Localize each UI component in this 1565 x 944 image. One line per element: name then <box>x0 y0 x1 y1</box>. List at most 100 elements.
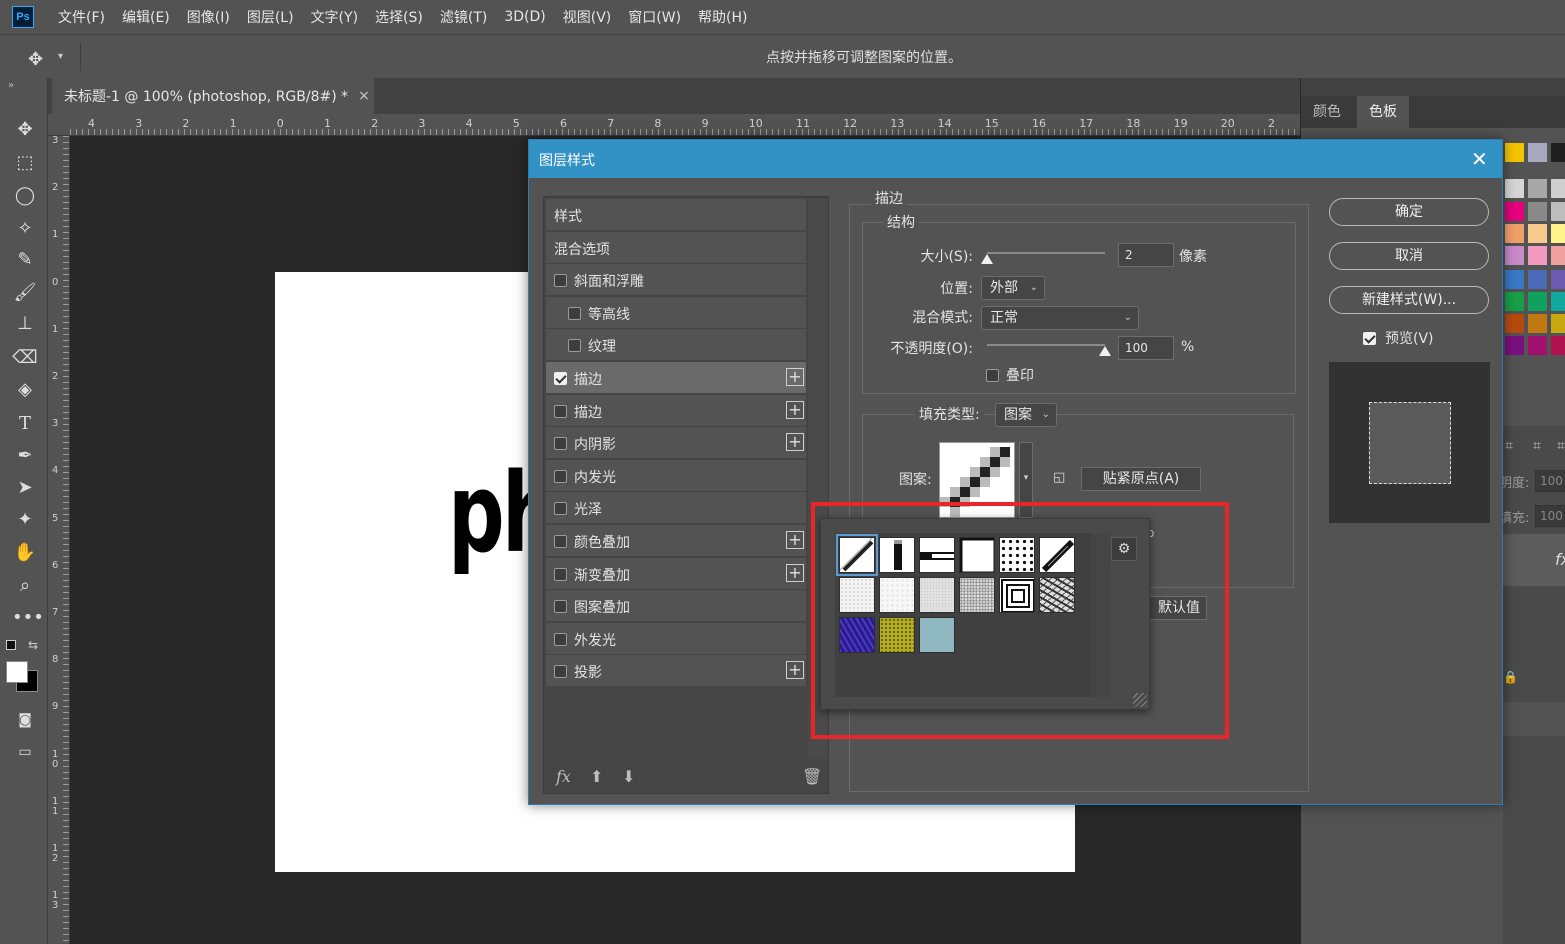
color-swatch[interactable] <box>1551 246 1565 265</box>
brush-tool-icon[interactable]: 🖌 <box>12 281 38 305</box>
pen-tool-icon[interactable]: ✒ <box>12 444 38 468</box>
menu-file[interactable]: 文件(F) <box>58 7 105 27</box>
overprint-checkbox[interactable] <box>986 369 999 382</box>
style-checkbox[interactable] <box>568 339 581 353</box>
size-field[interactable]: 2 <box>1118 243 1174 267</box>
color-swatch[interactable] <box>1551 202 1565 221</box>
fill-type-dropdown[interactable]: 图案 ⌄ <box>995 403 1057 427</box>
close-icon[interactable]: × <box>358 88 370 104</box>
path-select-icon[interactable]: ➤ <box>12 476 38 500</box>
dialog-titlebar[interactable] <box>529 140 1502 178</box>
style-list-item[interactable]: 样式 <box>546 199 806 231</box>
layer-opacity-field[interactable]: 100 <box>1535 470 1565 492</box>
color-swatch[interactable] <box>1551 143 1565 162</box>
style-checkbox[interactable] <box>554 372 567 385</box>
color-swatch[interactable] <box>1551 224 1565 243</box>
color-swatch[interactable] <box>1551 336 1565 355</box>
magic-wand-icon[interactable]: ✧ <box>12 217 38 241</box>
style-list-item[interactable]: 渐变叠加 + <box>546 557 806 590</box>
new-style-button[interactable]: 新建样式(W)... <box>1329 286 1489 314</box>
type-tool-icon[interactable]: T <box>12 412 38 436</box>
color-swatch[interactable] <box>1528 224 1547 243</box>
paint-bucket-icon[interactable]: ◈ <box>12 378 38 402</box>
marquee-tool-icon[interactable]: ⬚ <box>12 151 38 175</box>
transform-icon[interactable]: ⌗ <box>1505 438 1513 454</box>
style-checkbox[interactable] <box>554 600 567 614</box>
blend-mode-dropdown[interactable]: 正常 ⌄ <box>981 306 1139 330</box>
style-list-item[interactable]: 图案叠加 <box>546 590 806 623</box>
transform-icon[interactable]: ⌗ <box>1557 438 1565 454</box>
style-checkbox[interactable] <box>554 404 567 418</box>
menu-layer[interactable]: 图层(L) <box>247 7 294 27</box>
style-checkbox[interactable] <box>554 437 567 451</box>
menu-image[interactable]: 图像(I) <box>187 7 230 27</box>
color-swatch[interactable] <box>1528 179 1547 198</box>
menu-select[interactable]: 选择(S) <box>375 7 423 27</box>
style-list-item[interactable]: 等高线 <box>546 296 806 329</box>
position-dropdown[interactable]: 外部 ⌄ <box>981 276 1045 300</box>
chevron-down-icon[interactable]: ▾ <box>58 51 63 62</box>
menu-help[interactable]: 帮助(H) <box>698 7 747 27</box>
more-tools-icon[interactable]: ••• <box>12 606 44 630</box>
fx-icon[interactable]: fx <box>556 767 571 786</box>
preview-checkbox[interactable] <box>1363 332 1376 345</box>
zoom-tool-icon[interactable]: ⌕ <box>12 574 38 598</box>
menu-type[interactable]: 文字(Y) <box>311 7 358 27</box>
default-colors-icon[interactable] <box>6 640 16 650</box>
transform-icon[interactable]: ⌗ <box>1533 438 1541 454</box>
tab-color[interactable]: 颜色 <box>1301 96 1353 128</box>
color-swatch[interactable] <box>1528 292 1547 311</box>
style-checkbox[interactable] <box>554 502 567 516</box>
size-slider-track[interactable] <box>987 252 1105 254</box>
layer-fill-field[interactable]: 100 <box>1535 505 1565 527</box>
color-swatch[interactable] <box>1505 292 1524 311</box>
eyedropper-icon[interactable]: ✎ <box>12 248 38 272</box>
trash-icon[interactable]: 🗑 <box>802 767 822 786</box>
menu-filter[interactable]: 滤镜(T) <box>440 7 487 27</box>
style-list-item[interactable]: 斜面和浮雕 <box>546 264 806 297</box>
style-list-item[interactable]: 光泽 <box>546 492 806 525</box>
add-effect-icon[interactable]: + <box>786 400 804 419</box>
opacity-slider-track[interactable] <box>987 344 1105 346</box>
style-list-item[interactable]: 外发光 <box>546 622 806 655</box>
layer-effects-icon[interactable]: fx <box>1555 550 1565 569</box>
new-preset-icon[interactable]: ◱ <box>1053 470 1065 485</box>
snap-origin-button[interactable]: 贴紧原点(A) <box>1081 467 1201 491</box>
style-list-item[interactable]: 内阴影 + <box>546 427 806 460</box>
add-effect-icon[interactable]: + <box>786 563 804 582</box>
style-checkbox[interactable] <box>554 567 567 581</box>
menu-3d[interactable]: 3D(D) <box>504 9 545 25</box>
cancel-button[interactable]: 取消 <box>1329 242 1489 270</box>
color-swatch[interactable] <box>1505 143 1524 162</box>
add-effect-icon[interactable]: + <box>786 433 804 452</box>
color-swatch[interactable] <box>1505 179 1524 198</box>
color-swatch[interactable] <box>1528 143 1547 162</box>
style-list-item[interactable]: 混合选项 <box>546 231 806 264</box>
stamp-tool-icon[interactable]: ⊥ <box>12 312 38 336</box>
style-list-item[interactable]: 纹理 <box>546 329 806 362</box>
add-effect-icon[interactable]: + <box>786 531 804 549</box>
color-swatch[interactable] <box>1528 270 1547 289</box>
tab-swatches[interactable]: 色板 <box>1357 96 1409 128</box>
style-checkbox[interactable] <box>554 469 567 483</box>
opacity-slider-thumb[interactable] <box>1099 346 1111 356</box>
swap-colors-icon[interactable]: ⇆ <box>28 638 38 652</box>
add-effect-icon[interactable]: + <box>786 368 804 386</box>
color-swatch[interactable] <box>1528 336 1547 355</box>
add-effect-icon[interactable]: + <box>786 661 804 680</box>
color-swatch[interactable] <box>1505 270 1524 289</box>
menu-view[interactable]: 视图(V) <box>563 7 612 27</box>
close-icon[interactable]: ✕ <box>1471 147 1488 171</box>
quick-mask-icon[interactable]: ◙ <box>12 708 38 732</box>
style-checkbox[interactable] <box>568 306 581 320</box>
collapse-icon[interactable]: » <box>8 80 14 91</box>
screen-mode-icon[interactable]: ▭ <box>12 740 38 764</box>
color-swatch[interactable] <box>1528 202 1547 221</box>
move-icon[interactable]: ✥ <box>28 49 50 70</box>
menu-window[interactable]: 窗口(W) <box>628 7 681 27</box>
style-list-item[interactable]: 内发光 <box>546 459 806 492</box>
menu-edit[interactable]: 编辑(E) <box>122 7 170 27</box>
eraser-tool-icon[interactable]: ⌫ <box>12 346 38 370</box>
shape-tool-icon[interactable]: ✦ <box>12 508 38 532</box>
opacity-field[interactable]: 100 <box>1118 336 1174 360</box>
